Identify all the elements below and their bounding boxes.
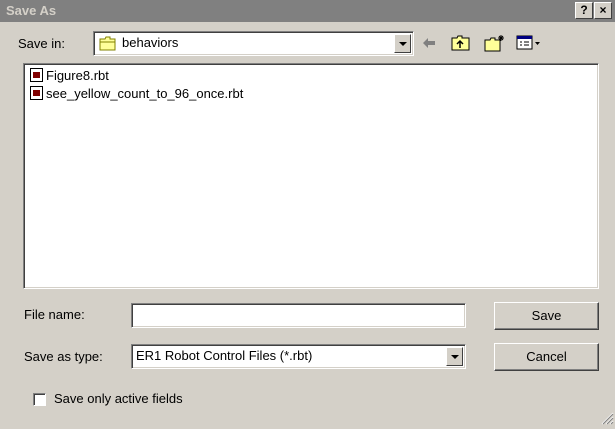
folder-icon bbox=[99, 36, 117, 54]
list-item[interactable]: see_yellow_count_to_96_once.rbt bbox=[30, 85, 243, 103]
save-only-active-fields-checkbox[interactable] bbox=[33, 393, 46, 406]
list-item[interactable]: Figure8.rbt bbox=[30, 67, 109, 85]
back-arrow-icon[interactable] bbox=[420, 34, 438, 52]
resize-grip-icon[interactable] bbox=[601, 412, 614, 428]
rbt-file-icon bbox=[30, 86, 43, 100]
rbt-file-icon bbox=[30, 68, 43, 82]
save-only-active-fields-label[interactable]: Save only active fields bbox=[54, 391, 183, 406]
file-name-input[interactable] bbox=[131, 303, 466, 328]
save-as-type-select[interactable]: ER1 Robot Control Files (*.rbt) bbox=[131, 344, 466, 369]
save-in-label: Save in: bbox=[18, 36, 65, 51]
save-as-type-value: ER1 Robot Control Files (*.rbt) bbox=[136, 348, 313, 363]
cancel-button[interactable]: Cancel bbox=[494, 343, 599, 371]
save-in-value: behaviors bbox=[122, 35, 179, 50]
save-button[interactable]: Save bbox=[494, 302, 599, 330]
file-name: Figure8.rbt bbox=[46, 68, 109, 83]
file-list[interactable]: Figure8.rbt see_yellow_count_to_96_once.… bbox=[23, 63, 599, 289]
up-folder-icon[interactable] bbox=[451, 34, 471, 52]
save-as-type-dropdown-arrow[interactable] bbox=[446, 347, 463, 366]
view-menu-icon[interactable] bbox=[516, 34, 542, 52]
save-as-type-label: Save as type: bbox=[24, 349, 103, 364]
title-bar[interactable]: Save As ? × bbox=[0, 0, 615, 22]
file-name-label: File name: bbox=[24, 307, 85, 322]
new-folder-icon[interactable] bbox=[484, 34, 506, 52]
save-in-combobox[interactable]: behaviors bbox=[93, 31, 414, 56]
dialog-title: Save As bbox=[6, 3, 57, 18]
save-in-dropdown-arrow[interactable] bbox=[394, 34, 411, 53]
file-name: see_yellow_count_to_96_once.rbt bbox=[46, 86, 244, 101]
close-button[interactable]: × bbox=[594, 2, 612, 19]
save-as-dialog: Save As ? × Save in: behaviors Figure8.r… bbox=[0, 0, 615, 429]
help-button[interactable]: ? bbox=[575, 2, 593, 19]
